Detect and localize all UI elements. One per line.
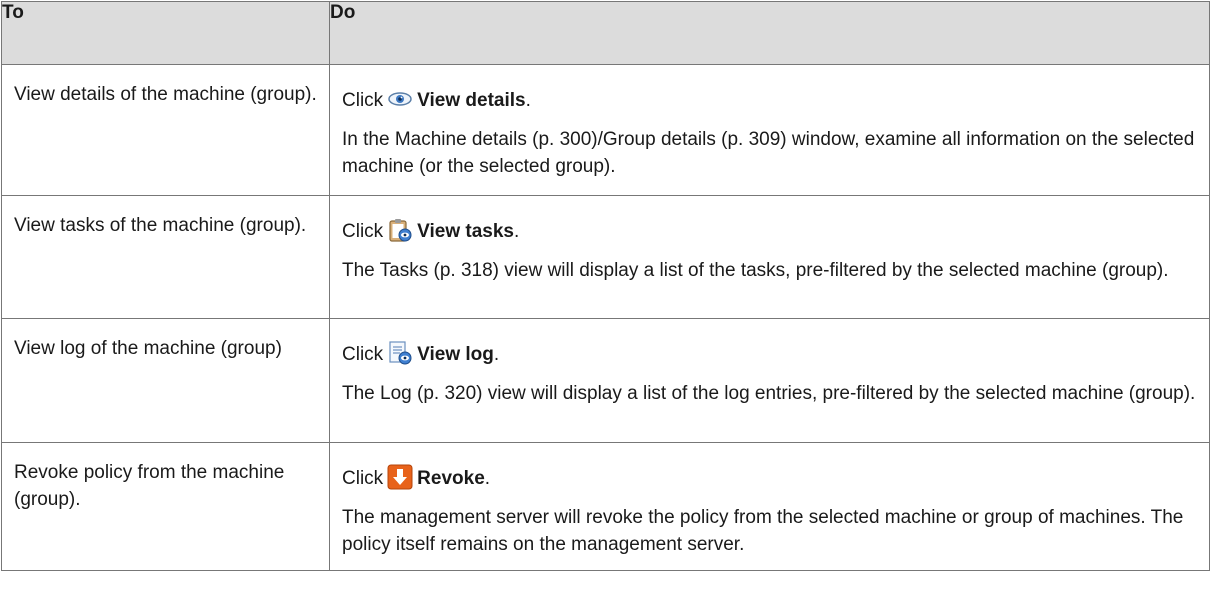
- table-row: Revoke policy from the machine (group). …: [1, 442, 1210, 571]
- click-word: Click: [342, 221, 384, 242]
- to-cell: View log of the machine (group): [1, 318, 330, 443]
- do-cell: Click View tasks . The Tasks (p. 318) vi…: [329, 195, 1210, 319]
- table-row: View details of the machine (group). Cli…: [1, 64, 1210, 196]
- result-text: The Tasks (p. 318) view will display a l…: [342, 260, 1169, 281]
- revoke-arrow-icon[interactable]: [387, 464, 413, 490]
- click-word: Click: [342, 468, 384, 489]
- table-header-row: To Do: [1, 1, 1210, 65]
- to-cell: View details of the machine (group).: [1, 64, 330, 196]
- action-line: Click View tasks .: [342, 218, 1197, 245]
- action-line: Click Revoke .: [342, 464, 1197, 492]
- actions-table: To Do View details of the machine (group…: [1, 1, 1210, 571]
- action-line: Click View log .: [342, 341, 1197, 368]
- period: .: [484, 468, 491, 489]
- result-text: The management server will revoke the po…: [342, 507, 1184, 555]
- action-line: Click View details .: [342, 87, 1197, 114]
- revoke-action[interactable]: Revoke: [417, 465, 485, 492]
- period: .: [514, 221, 520, 242]
- to-cell: Revoke policy from the machine (group).: [1, 442, 330, 571]
- header-do: Do: [329, 1, 1210, 65]
- to-cell: View tasks of the machine (group).: [1, 195, 330, 319]
- click-word: Click: [342, 90, 384, 111]
- period: .: [493, 344, 500, 365]
- header-to: To: [1, 1, 330, 65]
- log-eye-icon[interactable]: [387, 340, 413, 366]
- table-row: View log of the machine (group) Click Vi…: [1, 318, 1210, 443]
- do-cell: Click Revoke . The management server wil…: [329, 442, 1210, 571]
- table-row: View tasks of the machine (group). Click: [1, 195, 1210, 319]
- clipboard-eye-icon[interactable]: [387, 217, 413, 243]
- do-cell: Click View details . In the Machine deta…: [329, 64, 1210, 196]
- do-cell: Click View log . The Log (p. 320) view w…: [329, 318, 1210, 443]
- eye-icon[interactable]: [387, 86, 413, 112]
- view-details-action[interactable]: View details: [417, 87, 525, 114]
- result-text: In the Machine details (p. 300)/Group de…: [342, 129, 1195, 177]
- period: .: [525, 90, 531, 111]
- click-word: Click: [342, 344, 384, 365]
- view-log-action[interactable]: View log: [417, 341, 494, 368]
- view-tasks-action[interactable]: View tasks: [417, 218, 514, 245]
- result-text: The Log (p. 320) view will display a lis…: [342, 383, 1196, 404]
